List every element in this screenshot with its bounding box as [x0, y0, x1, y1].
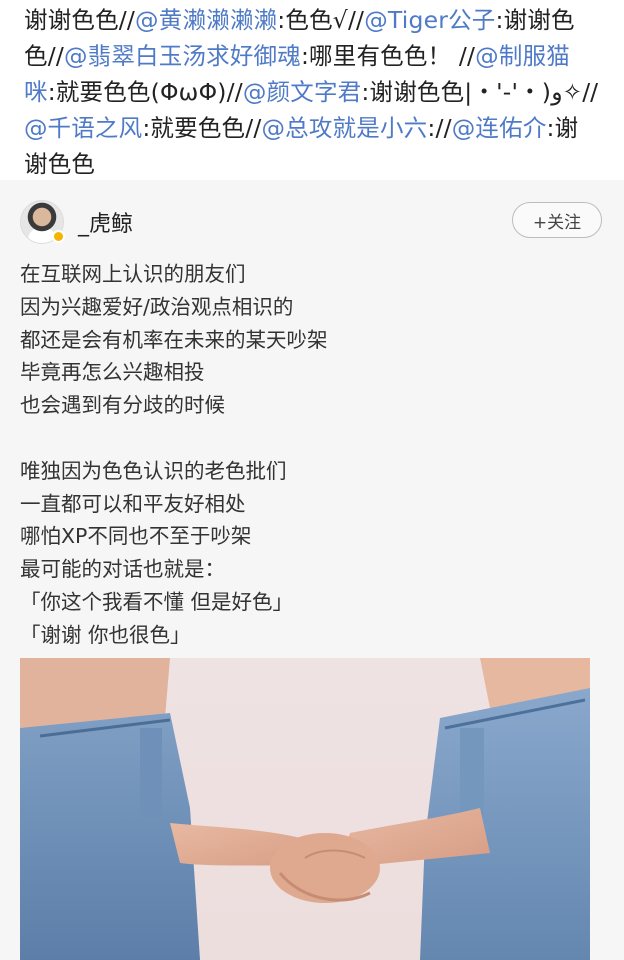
repost-text: :哪里有色色！ // [300, 42, 476, 70]
repost-text: :色色√// [277, 6, 365, 34]
repost-text: :就要色色(ΦωΦ)// [47, 78, 243, 106]
post-line: 「你这个我看不懂 但是好色」 [20, 589, 294, 614]
post-content: 在互联网上认识的朋友们 因为兴趣爱好/政治观点相识的 都还是会有机率在未来的某天… [20, 258, 600, 652]
post-line: 一直都可以和平友好相处 [20, 491, 246, 516]
post-line: 哪怕XP不同也不至于吵架 [20, 524, 252, 549]
author-row: _虎鲸 +关注 [20, 198, 604, 246]
post-image[interactable] [20, 658, 590, 960]
mention-link[interactable]: @连佑介 [452, 114, 547, 142]
post-line: 也会遇到有分歧的时候 [20, 393, 225, 418]
mention-link[interactable]: @颜文字君 [243, 78, 362, 106]
holding-hands-photo [20, 658, 590, 960]
mention-link[interactable]: @黄濑濑濑濑 [135, 6, 277, 34]
repost-chain: 谢谢色色//@黄濑濑濑濑:色色√//@Tiger公子:谢谢色色//@翡翠白玉汤求… [0, 0, 624, 180]
post-card: _虎鲸 +关注 在互联网上认识的朋友们 因为兴趣爱好/政治观点相识的 都还是会有… [0, 180, 624, 960]
repost-text: 谢谢色色// [24, 6, 136, 34]
repost-text: :就要色色// [142, 114, 262, 142]
post-line: 因为兴趣爱好/政治观点相识的 [20, 294, 294, 319]
repost-text: :谢谢色色|・'-'・)و✧// [361, 78, 599, 106]
post-line: 「谢谢 你也很色」 [20, 622, 191, 647]
post-line: 毕竟再怎么兴趣相投 [20, 360, 205, 385]
verified-badge-icon [52, 230, 65, 243]
mention-link[interactable]: @千语之风 [24, 114, 142, 142]
author-name[interactable]: _虎鲸 [78, 206, 133, 238]
repost-text: :// [427, 114, 452, 142]
follow-button[interactable]: +关注 [512, 202, 602, 238]
post-line: 唯独因为色色认识的老色批们 [20, 458, 287, 483]
post-line: 在互联网上认识的朋友们 [20, 262, 246, 286]
post-line: 都还是会有机率在未来的某天吵架 [20, 327, 328, 352]
mention-link[interactable]: @翡翠白玉汤求好御魂 [64, 42, 301, 70]
mention-link[interactable]: @总攻就是小六 [261, 114, 427, 142]
post-line: 最可能的对话也就是： [20, 557, 225, 582]
mention-link[interactable]: @Tiger公子 [364, 6, 495, 34]
